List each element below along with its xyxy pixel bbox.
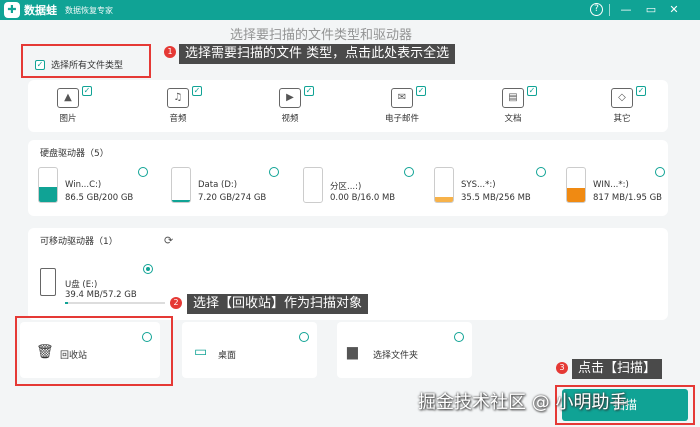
drive-radio[interactable]: [138, 167, 148, 177]
drive-radio[interactable]: [269, 167, 279, 177]
frog-logo-icon: ✚: [4, 2, 20, 18]
drive-name: 分区...:): [330, 182, 362, 192]
drive-size: 7.20 GB/274 GB: [198, 193, 267, 203]
mail-icon: ✉: [391, 88, 413, 108]
refresh-icon[interactable]: ⟳: [164, 234, 173, 247]
file-type-label: 视频: [281, 114, 299, 124]
app-name: 数据蛙: [24, 4, 57, 17]
hard-drive-title: 硬盘驱动器（5）: [40, 149, 109, 159]
drive-name: Win...C:): [65, 180, 102, 190]
location-radio[interactable]: [454, 332, 464, 342]
drive-size: 0.00 B/16.0 MB: [330, 193, 396, 203]
image-icon: ▲: [57, 88, 79, 108]
usb-drive-icon: [40, 268, 56, 296]
annotation-tip: 点击【扫描】: [572, 359, 663, 379]
app-logo: ✚ 数据蛙 数据恢复专家: [4, 2, 113, 18]
file-type-document[interactable]: ▤ 文档 ✓: [483, 84, 543, 128]
watermark: 掘金技术社区 @ 小明助手: [418, 392, 628, 413]
file-type-checkbox[interactable]: ✓: [192, 86, 202, 96]
maximize-button[interactable]: ▭: [643, 2, 659, 18]
close-button[interactable]: ✕: [666, 2, 682, 18]
file-type-email[interactable]: ✉ 电子邮件 ✓: [372, 84, 432, 128]
file-type-label: 文档: [504, 114, 522, 124]
help-icon[interactable]: ?: [590, 3, 603, 16]
file-type-checkbox[interactable]: ✓: [527, 86, 537, 96]
file-type-checkbox[interactable]: ✓: [636, 86, 646, 96]
location-label: 选择文件夹: [373, 351, 419, 361]
desktop-icon: ▭: [194, 344, 208, 360]
titlebar-divider: [609, 4, 610, 16]
annotation-tip: 选择需要扫描的文件 类型，点击此处表示全选: [179, 44, 456, 64]
page-heading: 选择要扫描的文件类型和驱动器: [230, 28, 413, 43]
drive-name: SYS...*:): [461, 180, 496, 190]
file-type-audio[interactable]: ♫ 音频 ✓: [148, 84, 208, 128]
file-type-checkbox[interactable]: ✓: [416, 86, 426, 96]
file-type-label: 电子邮件: [384, 114, 419, 124]
annotation-box-recycle-bin: [15, 316, 173, 386]
drive-item[interactable]: Data (D:) 7.20 GB/274 GB: [171, 167, 281, 207]
drive-item[interactable]: Win...C:) 86.5 GB/200 GB: [38, 167, 148, 207]
location-select-folder[interactable]: ▆ 选择文件夹: [337, 322, 472, 378]
annotation-badge: 1: [164, 46, 176, 58]
drive-size: 39.4 MB/57.2 GB: [65, 290, 137, 300]
file-type-checkbox[interactable]: ✓: [304, 86, 314, 96]
drive-size: 86.5 GB/200 GB: [65, 193, 134, 203]
file-type-panel: ▲ 图片 ✓ ♫ 音频 ✓ ▶ 视频 ✓ ✉ 电子邮件 ✓ ▤ 文档 ✓ ◇ 其…: [28, 80, 668, 132]
annotation-badge: 2: [170, 297, 182, 309]
video-icon: ▶: [279, 88, 301, 108]
file-type-label: 音频: [169, 114, 187, 124]
removable-drive-title: 可移动驱动器（1）: [40, 237, 118, 247]
drive-icon: [303, 167, 323, 203]
drive-icon: [566, 167, 586, 203]
drive-item[interactable]: SYS...*:) 35.5 MB/256 MB: [434, 167, 544, 207]
title-bar: ✚ 数据蛙 数据恢复专家 ? — ▭ ✕: [0, 0, 700, 20]
minimize-button[interactable]: —: [618, 2, 634, 18]
drive-item[interactable]: 分区...:) 0.00 B/16.0 MB: [303, 167, 413, 207]
drive-icon: [434, 167, 454, 203]
file-type-video[interactable]: ▶ 视频 ✓: [260, 84, 320, 128]
file-type-other[interactable]: ◇ 其它 ✓: [592, 84, 652, 128]
hard-drive-panel: 硬盘驱动器（5） Win...C:) 86.5 GB/200 GB Data (…: [28, 140, 668, 216]
music-icon: ♫: [167, 88, 189, 108]
usage-bar: [65, 302, 165, 304]
location-radio[interactable]: [299, 332, 309, 342]
file-type-image[interactable]: ▲ 图片 ✓: [38, 84, 98, 128]
drive-size: 35.5 MB/256 MB: [461, 193, 531, 203]
grid-icon: ◇: [611, 88, 633, 108]
drive-name: U盘 (E:): [65, 280, 98, 290]
drive-radio[interactable]: [536, 167, 546, 177]
drive-name: WIN...*:): [593, 180, 629, 190]
annotation-box-select-all: [21, 44, 151, 78]
drive-radio[interactable]: [655, 167, 665, 177]
drive-radio[interactable]: [404, 167, 414, 177]
document-icon: ▤: [502, 88, 524, 108]
annotation-badge: 3: [556, 362, 568, 374]
annotation-tip: 选择【回收站】作为扫描对象: [187, 294, 369, 314]
drive-icon: [38, 167, 58, 203]
app-subtitle: 数据恢复专家: [65, 5, 113, 15]
file-type-label: 其它: [613, 114, 631, 124]
file-type-label: 图片: [59, 114, 77, 124]
folder-icon: ▆: [347, 344, 358, 360]
usb-drive-radio[interactable]: [143, 264, 153, 274]
location-desktop[interactable]: ▭ 桌面: [182, 322, 317, 378]
drive-name: Data (D:): [198, 180, 238, 190]
location-label: 桌面: [218, 351, 237, 361]
file-type-checkbox[interactable]: ✓: [82, 86, 92, 96]
drive-icon: [171, 167, 191, 203]
drive-size: 817 MB/1.95 GB: [593, 193, 663, 203]
